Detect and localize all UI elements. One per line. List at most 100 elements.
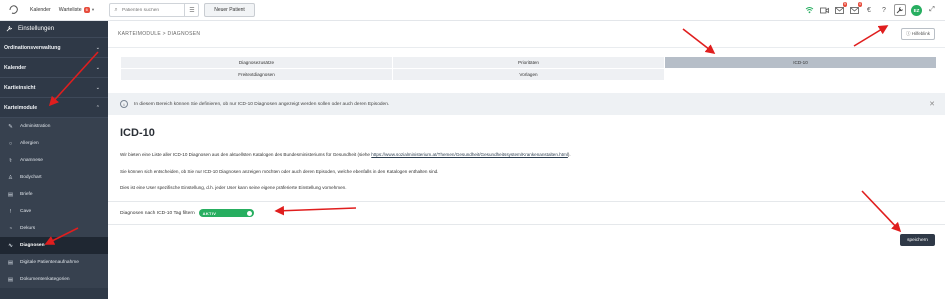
toggle-label: AKTIV bbox=[202, 210, 217, 216]
tab-freitextdiagnosen[interactable]: Freitextdiagnosen bbox=[121, 69, 392, 80]
sidebar-item-administration[interactable]: ✎ Administration bbox=[0, 118, 108, 135]
toggle-knob bbox=[246, 210, 252, 216]
list-icon: ☰ bbox=[189, 7, 195, 14]
avatar[interactable]: EZ bbox=[911, 4, 922, 16]
circle-icon: ○ bbox=[8, 140, 13, 147]
sidebar-item-bodychart[interactable]: ♙ Bodychart bbox=[0, 169, 108, 186]
new-patient-button[interactable]: Neuer Patient bbox=[204, 3, 255, 17]
breadcrumb-bar: KARTEIMODULE > DIAGNOSEN ⓘ Hilfeblink bbox=[108, 21, 945, 48]
sidebar-item-label: Allergien bbox=[20, 141, 39, 146]
new-patient-label: Neuer Patient bbox=[214, 7, 245, 13]
sidebar-item-label: Cave bbox=[20, 209, 32, 214]
sidebar-item-digitale-patientenaufnahme[interactable]: ▤ Digitale Patientenaufnahme bbox=[0, 254, 108, 271]
section-label: Kartieinsicht bbox=[4, 84, 36, 91]
euro-icon[interactable]: € bbox=[864, 5, 874, 15]
filter-label: Diagnosen nach ICD-10 Tag filtern bbox=[120, 210, 195, 216]
heartbeat-icon: ∿ bbox=[8, 242, 13, 249]
document-icon: ▤ bbox=[7, 259, 14, 266]
document-icon: ▤ bbox=[7, 191, 14, 198]
tab-prioritaeten[interactable]: Prioritäten bbox=[393, 57, 664, 68]
tab-placeholder bbox=[665, 69, 936, 80]
tab-diagnosezusaetze[interactable]: Diagnosezusätze bbox=[121, 57, 392, 68]
search-input[interactable] bbox=[122, 7, 188, 13]
sidebar-item-label: Anamnese bbox=[20, 158, 43, 163]
tab-icd-10[interactable]: ICD-10 bbox=[665, 57, 936, 68]
section-label: Karteimodule bbox=[4, 104, 38, 111]
section-label: Kalender bbox=[4, 64, 27, 71]
calendar-link[interactable]: Kalender bbox=[30, 7, 51, 13]
close-icon[interactable]: ✕ bbox=[929, 100, 935, 108]
sidebar-title: Einstellungen bbox=[18, 26, 55, 32]
tab-vorlagen[interactable]: Vorlagen bbox=[393, 69, 664, 80]
person-icon: ♙ bbox=[8, 174, 13, 181]
help-button[interactable]: ⓘ Hilfeblink bbox=[900, 28, 935, 40]
waitlist-link[interactable]: Warteliste 6 ▾ bbox=[59, 7, 94, 13]
ministry-link[interactable]: https://www.sozialministerium.at/Themen/… bbox=[371, 152, 568, 157]
sidebar: Einstellungen Ordinationsverwaltung ⌄ Ka… bbox=[0, 21, 108, 299]
inbox-icon[interactable]: 4 bbox=[849, 2, 862, 15]
list-view-button[interactable]: ☰ bbox=[184, 3, 199, 17]
page-title: ICD-10 bbox=[120, 127, 155, 139]
wifi-icon[interactable] bbox=[804, 5, 814, 15]
sidebar-section-ordinationsverwaltung[interactable]: Ordinationsverwaltung ⌄ bbox=[0, 38, 108, 58]
sidebar-item-label: Dekurs bbox=[20, 226, 36, 231]
chevron-down-icon: ⌄ bbox=[95, 84, 100, 91]
waitlist-label: Warteliste bbox=[58, 7, 82, 13]
question-icon[interactable]: ? bbox=[879, 5, 889, 15]
help-label: Hilfeblink bbox=[911, 31, 930, 36]
chevron-down-icon: ⌄ bbox=[95, 44, 100, 51]
top-icons: 9 4 € ? EZ ⤢ bbox=[804, 2, 937, 17]
sidebar-item-diagnosen[interactable]: ∿ Diagnosen bbox=[0, 237, 108, 254]
top-bar: Kalender Warteliste 6 ▾ ⌕ ☰ Neuer Patien… bbox=[0, 0, 945, 21]
user-setting-paragraph: Dies ist eine User spezifische Einstellu… bbox=[120, 185, 347, 190]
tab-bar: Diagnosezusätze Prioritäten ICD-10 Freit… bbox=[121, 57, 936, 80]
section-label: Ordinationsverwaltung bbox=[4, 44, 61, 51]
sidebar-item-briefe[interactable]: ▤ Briefe bbox=[0, 186, 108, 203]
sidebar-item-cave[interactable]: ! Cave bbox=[0, 203, 108, 220]
sidebar-item-label: Bodychart bbox=[20, 175, 42, 180]
expand-icon[interactable]: ⤢ bbox=[927, 5, 937, 15]
mail-icon[interactable]: 9 bbox=[834, 2, 847, 15]
description-paragraph: Wir bieten eine Liste aller ICD-10 Diagn… bbox=[120, 152, 920, 157]
sidebar-section-kartieinsicht[interactable]: Kartieinsicht ⌄ bbox=[0, 78, 108, 98]
chevron-down-icon: ⌄ bbox=[95, 64, 100, 71]
document-icon: ▤ bbox=[7, 276, 14, 283]
stethoscope-icon: ⚕ bbox=[9, 157, 12, 164]
paragraph-text: Wir bieten eine Liste aller ICD-10 Diagn… bbox=[120, 152, 372, 157]
search-icon: ⌕ bbox=[114, 6, 118, 13]
sidebar-section-kalender[interactable]: Kalender ⌄ bbox=[0, 58, 108, 78]
sidebar-item-dekurs[interactable]: ◔ Dekurs bbox=[0, 220, 108, 237]
video-icon[interactable] bbox=[819, 5, 829, 15]
circle-icon: ◔ bbox=[8, 225, 13, 232]
calendar-label: Kalender bbox=[30, 7, 51, 13]
paragraph-text: ). bbox=[567, 152, 571, 157]
pen-icon: ✎ bbox=[8, 123, 13, 130]
save-button[interactable]: speichern bbox=[900, 234, 935, 246]
app-logo-icon[interactable] bbox=[6, 2, 22, 18]
filter-row: Diagnosen nach ICD-10 Tag filtern AKTIV bbox=[108, 201, 945, 225]
sidebar-item-dokumentenkategorien[interactable]: ▤ Dokumentenkategorien bbox=[0, 271, 108, 288]
info-text: In diesem Bereich können Sie definieren,… bbox=[134, 101, 390, 107]
sidebar-item-label: Digitale Patientenaufnahme bbox=[20, 260, 79, 265]
sidebar-item-label: Diagnosen bbox=[20, 243, 45, 248]
info-icon: i bbox=[120, 100, 128, 108]
mail-badge: 9 bbox=[842, 2, 847, 7]
exclamation-icon: ! bbox=[9, 208, 12, 215]
sidebar-item-allergien[interactable]: ○ Allergien bbox=[0, 135, 108, 152]
sidebar-item-label: Briefe bbox=[20, 192, 33, 197]
icd-filter-toggle[interactable]: AKTIV bbox=[198, 209, 254, 217]
sidebar-item-label: Administration bbox=[20, 124, 51, 129]
breadcrumb: KARTEIMODULE > DIAGNOSEN bbox=[118, 31, 201, 37]
episodes-paragraph: Sie können sich entscheiden, ob Sie nur … bbox=[120, 169, 439, 174]
wrench-icon[interactable] bbox=[894, 4, 906, 16]
sidebar-item-anamnese[interactable]: ⚕ Anamnese bbox=[0, 152, 108, 169]
sidebar-header: Einstellungen bbox=[0, 21, 108, 38]
sidebar-section-karteimodule[interactable]: Karteimodule ⌃ bbox=[0, 98, 108, 118]
waitlist-count-badge: 6 bbox=[83, 7, 90, 13]
inbox-badge: 4 bbox=[857, 2, 862, 7]
info-banner: i In diesem Bereich können Sie definiere… bbox=[108, 93, 945, 115]
chevron-up-icon: ⌃ bbox=[95, 104, 100, 111]
main-content: KARTEIMODULE > DIAGNOSEN ⓘ Hilfeblink Di… bbox=[108, 21, 945, 299]
sidebar-item-label: Dokumentenkategorien bbox=[20, 277, 70, 282]
wrench-icon bbox=[6, 25, 13, 34]
